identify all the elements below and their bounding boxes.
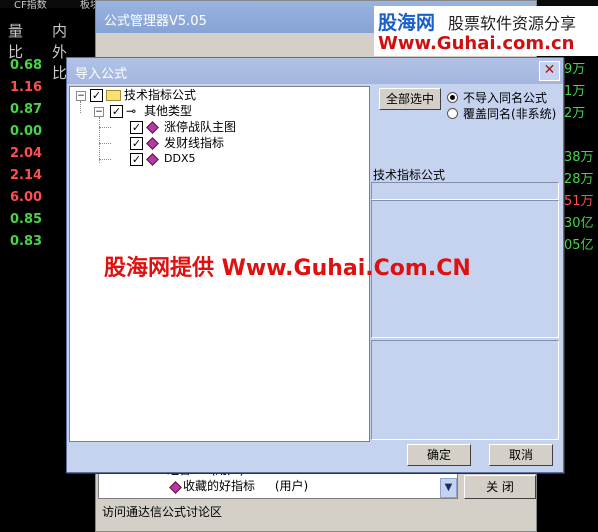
right-value: 51万 (564, 194, 594, 209)
volume-ratio-value: 2.14 (10, 168, 43, 183)
logo-url: Www.Guhai.com.cn (378, 33, 575, 54)
scroll-down-icon[interactable]: ▼ (440, 478, 457, 498)
item-checkbox[interactable]: ✓ (130, 121, 143, 134)
right-value: 9万 (564, 62, 586, 77)
item-checkbox[interactable]: ✓ (130, 153, 143, 166)
tree-root-label[interactable]: 技术指标公式 (124, 87, 196, 103)
manager-close-button[interactable]: 关 闭 (464, 475, 536, 499)
select-all-button[interactable]: 全部选中 (379, 88, 441, 110)
right-value: 05亿 (564, 238, 594, 253)
formula-gem-icon (146, 137, 159, 150)
watermark-text: 股海网提供 Www.Guhai.Com.CN (104, 256, 471, 281)
import-dialog-titlebar[interactable]: 导入公式 ✕ (67, 58, 563, 84)
top-strip-item: CF指数 (14, 0, 47, 11)
detail-panel (371, 340, 559, 440)
overwrite-duplicate-radio[interactable] (447, 108, 458, 119)
volume-ratio-value: 0.00 (10, 124, 43, 139)
volume-ratio-value: 0.68 (10, 58, 43, 73)
tree-group-label[interactable]: 其他类型 (144, 103, 192, 119)
group-checkbox[interactable]: ✓ (110, 105, 123, 118)
root-checkbox[interactable]: ✓ (90, 89, 103, 102)
column-header-inout-ratio[interactable]: 内外比 (52, 20, 67, 83)
tree-item[interactable]: DDX5 (164, 151, 195, 167)
site-logo: 股海网 股票软件资源分享 Www.Guhai.com.cn (374, 6, 598, 56)
radio-label[interactable]: 覆盖同名(非系统) (463, 105, 556, 122)
item-checkbox[interactable]: ✓ (130, 137, 143, 150)
info-field (371, 182, 559, 200)
radio-label[interactable]: 不导入同名公式 (463, 89, 547, 106)
volume-ratio-value: 2.04 (10, 146, 43, 161)
forum-link[interactable]: 访问通达信公式讨论区 (102, 503, 222, 520)
right-value: 30亿 (564, 216, 594, 231)
collapse-group-icon[interactable]: − (94, 107, 104, 117)
logo-site-name: 股海网 (378, 12, 436, 34)
right-value: 28万 (564, 172, 594, 187)
right-value: 1万 (564, 84, 586, 99)
list-item-label: 收藏的好指标 (183, 479, 256, 493)
info-label: 技术指标公式 (373, 168, 446, 182)
formula-gem-icon (169, 481, 182, 494)
list-item[interactable]: 收藏的好指标 (用户) (183, 478, 308, 494)
list-item-type: (用户) (274, 479, 309, 493)
key-icon: ⊸ (126, 104, 137, 118)
ok-button[interactable]: 确定 (407, 444, 471, 466)
no-import-duplicate-radio[interactable] (447, 92, 458, 103)
right-value: 2万 (564, 106, 586, 121)
volume-ratio-value: 0.85 (10, 212, 43, 227)
collapse-root-icon[interactable]: − (76, 91, 86, 101)
tree-item[interactable]: 发财线指标 (164, 135, 224, 151)
volume-ratio-value: 0.83 (10, 234, 43, 249)
close-icon[interactable]: ✕ (539, 61, 560, 81)
right-value: 38万 (564, 150, 594, 165)
formula-manager-title: 公式管理器V5.05 (104, 14, 207, 29)
tree-item[interactable]: 涨停战队主图 (164, 119, 236, 135)
formula-gem-icon (146, 153, 159, 166)
cancel-button[interactable]: 取消 (489, 444, 553, 466)
folder-icon (106, 90, 121, 101)
volume-ratio-value: 6.00 (10, 190, 43, 205)
import-dialog-title: 导入公式 (75, 67, 128, 82)
column-header-volume-ratio[interactable]: 量比 (8, 20, 23, 62)
volume-ratio-value: 1.16 (10, 80, 43, 95)
formula-gem-icon (146, 121, 159, 134)
logo-slogan: 股票软件资源分享 (448, 14, 577, 33)
volume-ratio-value: 0.87 (10, 102, 43, 117)
